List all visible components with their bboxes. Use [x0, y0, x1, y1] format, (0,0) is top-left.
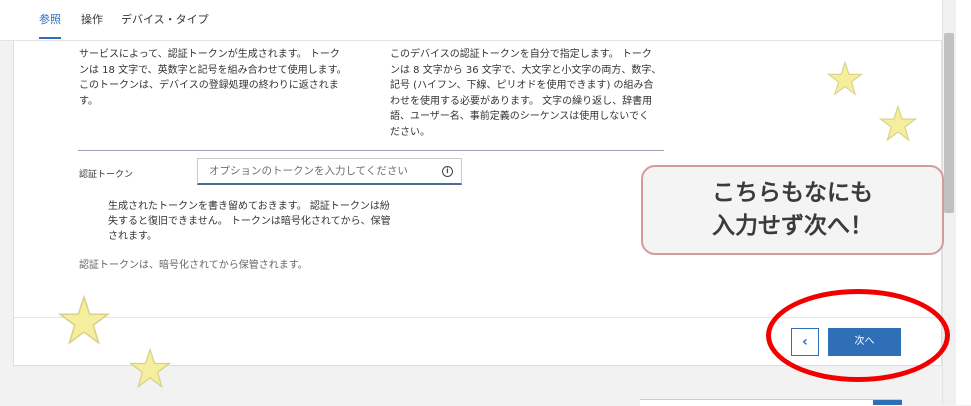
- annotation-callout: こちらもなにも 入力せず次へ！: [641, 165, 944, 255]
- annotation-callout-text: こちらもなにも 入力せず次へ！: [712, 180, 873, 239]
- star-icon: [827, 61, 863, 96]
- auth-token-label: 認証トークン: [79, 170, 134, 180]
- generated-token-description: サービスによって、認証トークンが生成されます。 トーク ンは 18 文字で、英数…: [79, 49, 347, 107]
- custom-token-description: このデバイスの認証トークンを自分で指定します。 トーク ンは 8 文字から 36…: [390, 49, 662, 138]
- tab-operations[interactable]: 操作: [81, 11, 103, 27]
- tab-device-type[interactable]: デバイス・タイプ: [121, 11, 209, 27]
- star-icon: [129, 348, 171, 389]
- token-footnote: 認証トークンは、暗号化されてから保管されます。: [79, 260, 308, 271]
- token-hint-text: 生成されたトークンを書き留めておきます。 認証トークンは紛 失すると復旧できませ…: [108, 201, 391, 242]
- window-edge: [956, 0, 971, 405]
- active-tab-indicator: [39, 37, 61, 39]
- tab-reference[interactable]: 参照: [39, 11, 61, 27]
- tab-bar: 参照 操作 デバイス・タイプ: [0, 0, 942, 41]
- annotation-red-circle: [766, 289, 950, 382]
- section-divider: [78, 150, 664, 151]
- star-icon: [58, 295, 110, 345]
- auth-token-input[interactable]: [197, 158, 462, 185]
- info-icon[interactable]: i: [442, 166, 453, 177]
- bottom-blue-edge: [873, 400, 902, 405]
- scrollbar-thumb[interactable]: [944, 33, 954, 213]
- star-icon: [879, 105, 917, 142]
